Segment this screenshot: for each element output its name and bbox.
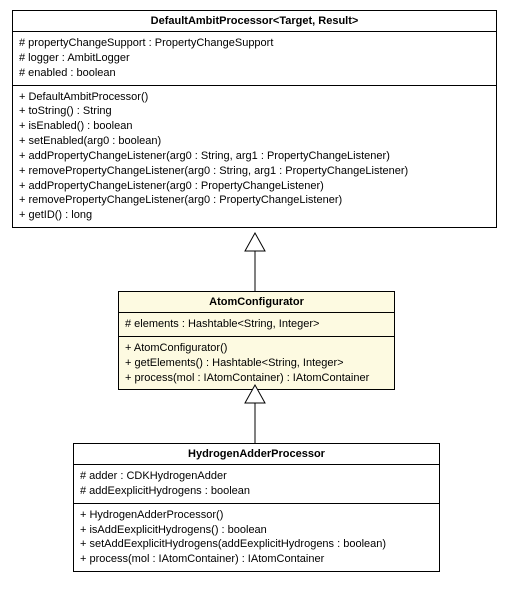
method-row: + removePropertyChangeListener(arg0 : Pr… — [19, 193, 490, 208]
method-row: + addPropertyChangeListener(arg0 : Prope… — [19, 179, 490, 194]
uml-class-default-ambit-processor: DefaultAmbitProcessor<Target, Result> # … — [12, 10, 497, 228]
class-attributes: # propertyChangeSupport : PropertyChange… — [13, 32, 496, 86]
method-row: + isAddEexplicitHydrogens() : boolean — [80, 523, 433, 538]
method-row: + isEnabled() : boolean — [19, 119, 490, 134]
attr-row: # enabled : boolean — [19, 66, 490, 81]
method-row: + process(mol : IAtomContainer) : IAtomC… — [125, 371, 388, 386]
class-attributes: # adder : CDKHydrogenAdder # addEexplici… — [74, 465, 439, 504]
attr-row: # propertyChangeSupport : PropertyChange… — [19, 36, 490, 51]
class-methods: + HydrogenAdderProcessor() + isAddEexpli… — [74, 504, 439, 571]
uml-class-atom-configurator: AtomConfigurator # elements : Hashtable<… — [118, 291, 395, 390]
class-title: HydrogenAdderProcessor — [74, 444, 439, 465]
attr-row: # logger : AmbitLogger — [19, 51, 490, 66]
method-row: + setEnabled(arg0 : boolean) — [19, 134, 490, 149]
method-row: + DefaultAmbitProcessor() — [19, 90, 490, 105]
class-attributes: # elements : Hashtable<String, Integer> — [119, 313, 394, 337]
class-title: DefaultAmbitProcessor<Target, Result> — [13, 11, 496, 32]
method-row: + toString() : String — [19, 104, 490, 119]
class-methods: + DefaultAmbitProcessor() + toString() :… — [13, 86, 496, 228]
class-title: AtomConfigurator — [119, 292, 394, 313]
generalization-arrow-icon — [245, 233, 265, 291]
method-row: + removePropertyChangeListener(arg0 : St… — [19, 164, 490, 179]
uml-class-hydrogen-adder-processor: HydrogenAdderProcessor # adder : CDKHydr… — [73, 443, 440, 572]
method-row: + AtomConfigurator() — [125, 341, 388, 356]
attr-row: # elements : Hashtable<String, Integer> — [125, 317, 388, 332]
generalization-arrow-icon — [245, 385, 265, 443]
method-row: + setAddEexplicitHydrogens(addEexplicitH… — [80, 537, 433, 552]
attr-row: # addEexplicitHydrogens : boolean — [80, 484, 433, 499]
method-row: + getElements() : Hashtable<String, Inte… — [125, 356, 388, 371]
method-row: + addPropertyChangeListener(arg0 : Strin… — [19, 149, 490, 164]
attr-row: # adder : CDKHydrogenAdder — [80, 469, 433, 484]
method-row: + process(mol : IAtomContainer) : IAtomC… — [80, 552, 433, 567]
method-row: + HydrogenAdderProcessor() — [80, 508, 433, 523]
class-methods: + AtomConfigurator() + getElements() : H… — [119, 337, 394, 390]
method-row: + getID() : long — [19, 208, 490, 223]
